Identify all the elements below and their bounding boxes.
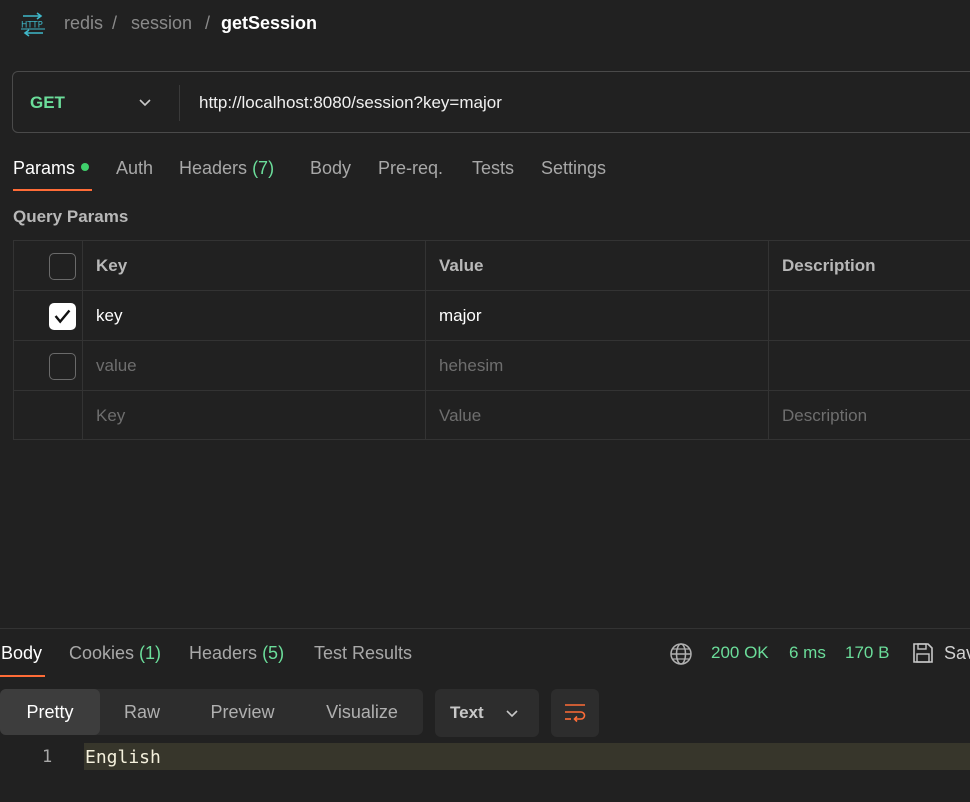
params-active-dot	[81, 163, 90, 172]
param-key: key	[96, 306, 123, 325]
view-visualize-button[interactable]: Visualize	[301, 689, 423, 735]
tab-label: Headers	[189, 643, 258, 663]
tab-label: Params	[13, 158, 76, 178]
table-header-row: Key Value Description	[13, 241, 970, 291]
wrap-text-icon	[565, 704, 586, 723]
select-all-checkbox[interactable]	[49, 253, 76, 280]
globe-icon[interactable]	[669, 642, 693, 666]
response-body-line: 1 English	[0, 743, 970, 770]
breadcrumb-separator: /	[205, 13, 211, 33]
active-response-tab-indicator	[0, 675, 45, 677]
checkbox-cell	[13, 291, 82, 340]
response-tab-body[interactable]: Body	[1, 643, 42, 664]
response-body-text[interactable]: English	[85, 747, 161, 768]
params-table: Key Value Description key major value he…	[13, 240, 970, 440]
response-tab-cookies[interactable]: Cookies (1)	[69, 643, 161, 664]
tab-params[interactable]: Params	[13, 158, 90, 179]
method-select[interactable]: GET	[30, 93, 65, 113]
checkbox-cell	[13, 391, 82, 439]
description-cell[interactable]	[768, 291, 970, 340]
row-checkbox[interactable]	[49, 303, 76, 330]
select-all-cell	[13, 241, 82, 290]
response-tab-test-results[interactable]: Test Results	[314, 643, 412, 664]
format-label: Text	[450, 703, 484, 722]
tab-settings[interactable]: Settings	[541, 158, 606, 179]
value-placeholder: Value	[439, 406, 482, 425]
new-key-input[interactable]: Key	[82, 391, 425, 439]
tab-headers[interactable]: Headers (7)	[179, 158, 274, 179]
key-cell[interactable]: value	[82, 341, 425, 390]
tab-count: (1)	[139, 643, 162, 663]
key-placeholder: Key	[96, 406, 126, 425]
wrap-lines-button[interactable]	[551, 689, 599, 737]
response-tab-headers[interactable]: Headers (5)	[189, 643, 284, 664]
url-input[interactable]: http://localhost:8080/session?key=major	[199, 93, 502, 113]
breadcrumb-current[interactable]: getSession	[221, 13, 317, 34]
line-highlight	[84, 743, 970, 770]
new-value-input[interactable]: Value	[425, 391, 768, 439]
column-header-key: Key	[96, 256, 128, 275]
view-raw-button[interactable]: Raw	[100, 689, 184, 735]
format-select[interactable]: Text	[435, 689, 539, 737]
chevron-down-icon	[506, 710, 518, 718]
section-title: Query Params	[13, 207, 129, 226]
tab-body[interactable]: Body	[310, 158, 351, 179]
new-param-row: Key Value Description	[13, 391, 970, 440]
column-header-value: Value	[439, 256, 484, 275]
request-tabs: Params Auth Headers (7) Body Pre-req. Te…	[0, 150, 970, 192]
value-cell[interactable]: hehesim	[425, 341, 768, 390]
description-placeholder: Description	[782, 406, 868, 425]
view-preview-button[interactable]: Preview	[184, 689, 301, 735]
view-mode-toggle: Pretty Raw Preview Visualize	[0, 689, 423, 735]
param-key: value	[96, 356, 137, 375]
param-value: major	[439, 306, 482, 325]
tab-count: (7)	[252, 158, 275, 178]
divider	[179, 85, 180, 121]
key-cell[interactable]: key	[82, 291, 425, 340]
line-number: 1	[42, 747, 53, 767]
table-row: value hehesim	[13, 341, 970, 391]
row-checkbox[interactable]	[49, 353, 76, 380]
save-icon[interactable]	[911, 641, 935, 665]
check-icon	[54, 309, 71, 324]
tab-auth[interactable]: Auth	[116, 158, 153, 179]
url-bar: GET http://localhost:8080/session?key=ma…	[12, 71, 970, 133]
param-value: hehesim	[439, 356, 504, 375]
value-cell[interactable]: major	[425, 291, 768, 340]
tab-pre-request[interactable]: Pre-req.	[378, 158, 443, 179]
breadcrumb: HTTP redis / session / getSession	[0, 0, 970, 48]
breadcrumb-item-redis[interactable]: redis	[64, 13, 103, 34]
tab-tests[interactable]: Tests	[472, 158, 514, 179]
header-cell: Key	[82, 241, 425, 290]
checkbox-cell	[13, 341, 82, 390]
http-icon: HTTP	[21, 12, 45, 37]
column-header-description: Description	[782, 256, 876, 275]
active-tab-indicator	[13, 189, 92, 191]
new-description-input[interactable]: Description	[768, 391, 970, 439]
response-divider[interactable]	[0, 628, 970, 629]
status-code[interactable]: 200 OK	[711, 643, 769, 663]
response-size[interactable]: 170 B	[845, 643, 889, 663]
tab-count: (5)	[262, 643, 285, 663]
tab-label: Headers	[179, 158, 248, 178]
tab-label: Cookies	[69, 643, 135, 663]
header-cell: Description	[768, 241, 970, 290]
breadcrumb-item-session[interactable]: session	[131, 13, 192, 34]
table-row: key major	[13, 291, 970, 341]
description-cell[interactable]	[768, 341, 970, 390]
save-response-button[interactable]: Sav	[944, 643, 970, 664]
response-time[interactable]: 6 ms	[789, 643, 826, 663]
breadcrumb-separator: /	[112, 13, 118, 33]
view-pretty-button[interactable]: Pretty	[0, 689, 100, 735]
chevron-down-icon[interactable]	[137, 94, 153, 110]
header-cell: Value	[425, 241, 768, 290]
